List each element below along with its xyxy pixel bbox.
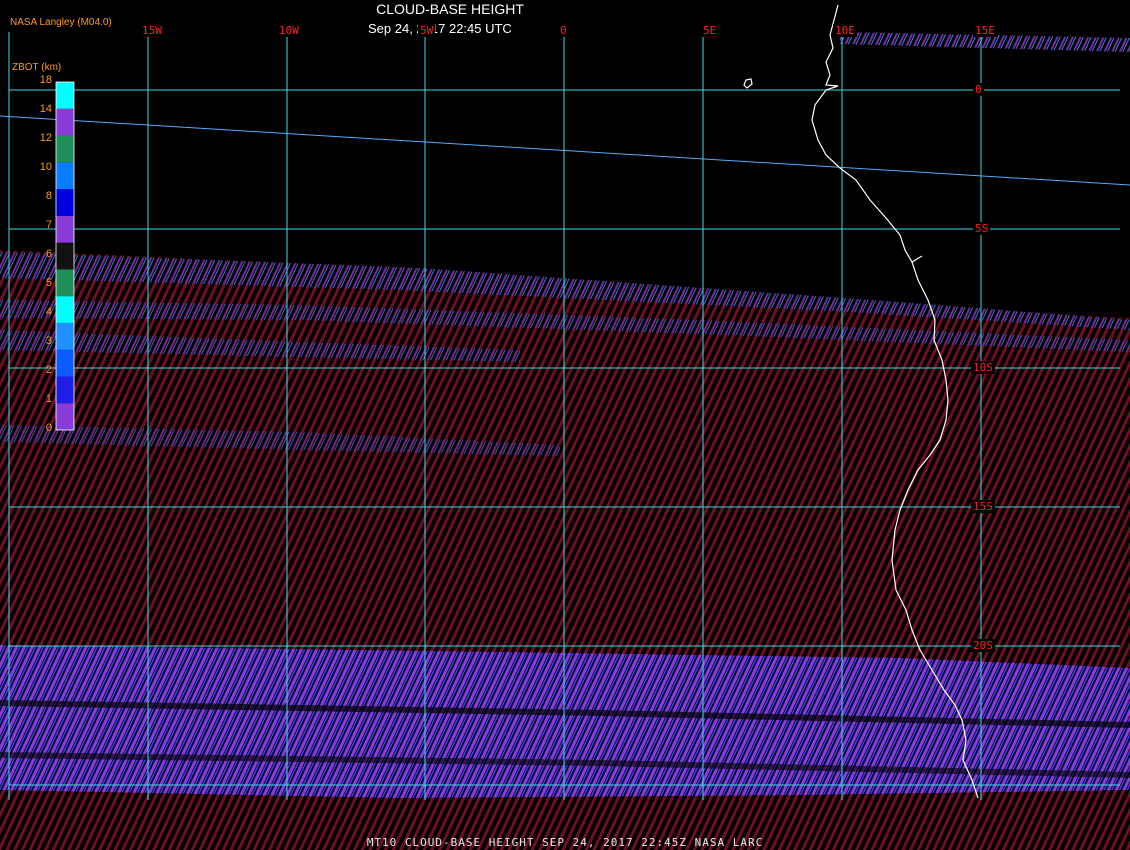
legend-tick-label: 1: [45, 393, 52, 405]
island: [743, 78, 753, 89]
legend-bin: [56, 269, 74, 297]
lon-label-10e: 10E: [833, 24, 857, 37]
map-canvas: [0, 4, 1130, 850]
legend-tick-label: 6: [45, 248, 52, 260]
legend-bin: [56, 349, 74, 377]
legend-colorbar: [55, 81, 75, 431]
legend-tick-label: 14: [39, 103, 52, 115]
lat-label-20s: 20S: [971, 639, 995, 652]
legend-title: ZBOT (km): [12, 62, 62, 73]
legend-tick-label: 12: [39, 132, 52, 144]
legend-bin: [56, 189, 74, 216]
lon-label-5w: 5W: [418, 24, 436, 37]
legend-bin: [56, 108, 74, 136]
legend-bin: [56, 242, 74, 270]
lon-label-0: 0: [558, 24, 569, 37]
legend-bin: [56, 322, 74, 350]
lon-label-15w: 15W: [140, 24, 164, 37]
lat-label-10s: 10S: [971, 361, 995, 374]
legend-tick-label: 10: [39, 161, 52, 173]
legend-bin: [56, 296, 74, 323]
legend-bin: [56, 162, 74, 190]
lon-label-15e: 15E: [973, 24, 997, 37]
legend-bin: [56, 82, 74, 109]
lat-label-0: 0: [973, 83, 984, 96]
map-title: CLOUD-BASE HEIGHT: [376, 1, 524, 17]
legend-bin: [56, 376, 74, 404]
legend-tick-label: 3: [45, 335, 52, 347]
legend-tick-label: 2: [45, 364, 52, 376]
legend-tick-label: 7: [45, 219, 52, 231]
legend-bin: [56, 135, 74, 163]
legend-tick-label: 0: [45, 422, 52, 434]
legend-bin: [56, 215, 74, 243]
legend-tick-label: 4: [45, 306, 52, 318]
lon-label-10w: 10W: [277, 24, 301, 37]
swath-edge-line: [0, 115, 1130, 186]
legend-tick-label: 18: [39, 74, 52, 86]
footer-caption: MT10 CLOUD-BASE HEIGHT SEP 24, 2017 22:4…: [366, 836, 764, 849]
satellite-map: CLOUD-BASE HEIGHT Sep 24, 2017 22:45 UTC…: [0, 0, 1130, 850]
lat-label-5s: 5S: [973, 222, 991, 235]
legend-tick-label: 5: [45, 277, 52, 289]
lat-label-15s: 15S: [971, 500, 995, 513]
map-timestamp: Sep 24, 2017 22:45 UTC: [368, 21, 512, 36]
lon-label-5e: 5E: [701, 24, 719, 37]
legend-bin: [56, 403, 74, 430]
credit-label: NASA Langley (M04.0): [10, 17, 112, 28]
legend-tick-label: 8: [45, 190, 52, 202]
